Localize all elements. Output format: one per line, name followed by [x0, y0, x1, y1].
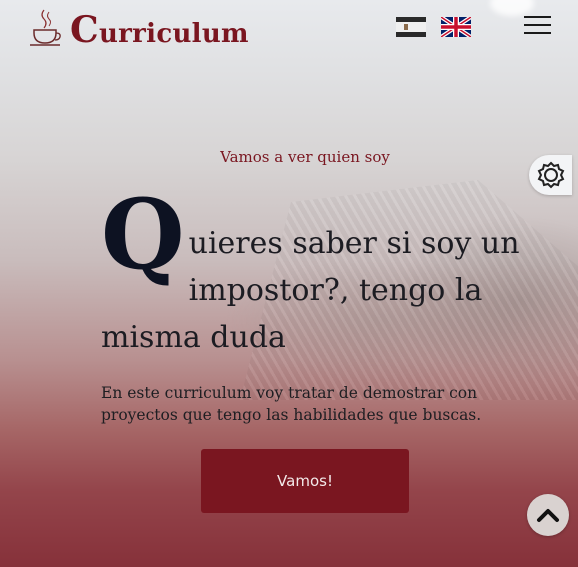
vamos-button[interactable]: Vamos!	[201, 449, 409, 513]
decorative-glare	[490, 0, 534, 16]
coffee-cup-icon	[30, 9, 61, 46]
logo-rest: urriculum	[98, 19, 249, 49]
hero-subtitle: Vamos a ver quien soy	[220, 148, 390, 166]
logo-initial: C	[70, 9, 99, 51]
logo-text: Curriculum	[70, 12, 249, 48]
site-header: Curriculum	[0, 0, 578, 60]
hero-headline: Q uieres saber si soy un impostor?, teng…	[101, 178, 521, 361]
site-logo[interactable]: Curriculum	[28, 8, 249, 48]
hamburger-menu-icon[interactable]	[524, 16, 551, 34]
chevron-up-icon	[537, 509, 559, 522]
hero-description: En este curriculum voy tratar de demostr…	[101, 384, 482, 424]
scroll-to-top-button[interactable]	[527, 494, 569, 536]
spain-flag-icon[interactable]	[396, 17, 426, 37]
headline-drop-cap: Q	[101, 178, 185, 291]
uk-flag-icon[interactable]	[441, 17, 471, 37]
